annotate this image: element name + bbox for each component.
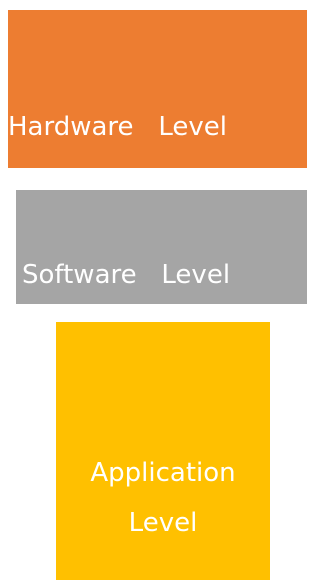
hardware-level-box: Hardware Level <box>8 10 307 168</box>
software-level-box: Software Level <box>16 190 307 304</box>
software-level-label: Software Level <box>22 260 231 290</box>
application-level-label: Application Level <box>90 458 236 538</box>
hardware-level-label: Hardware Level <box>8 112 227 142</box>
application-level-box: Application Level <box>56 322 270 580</box>
